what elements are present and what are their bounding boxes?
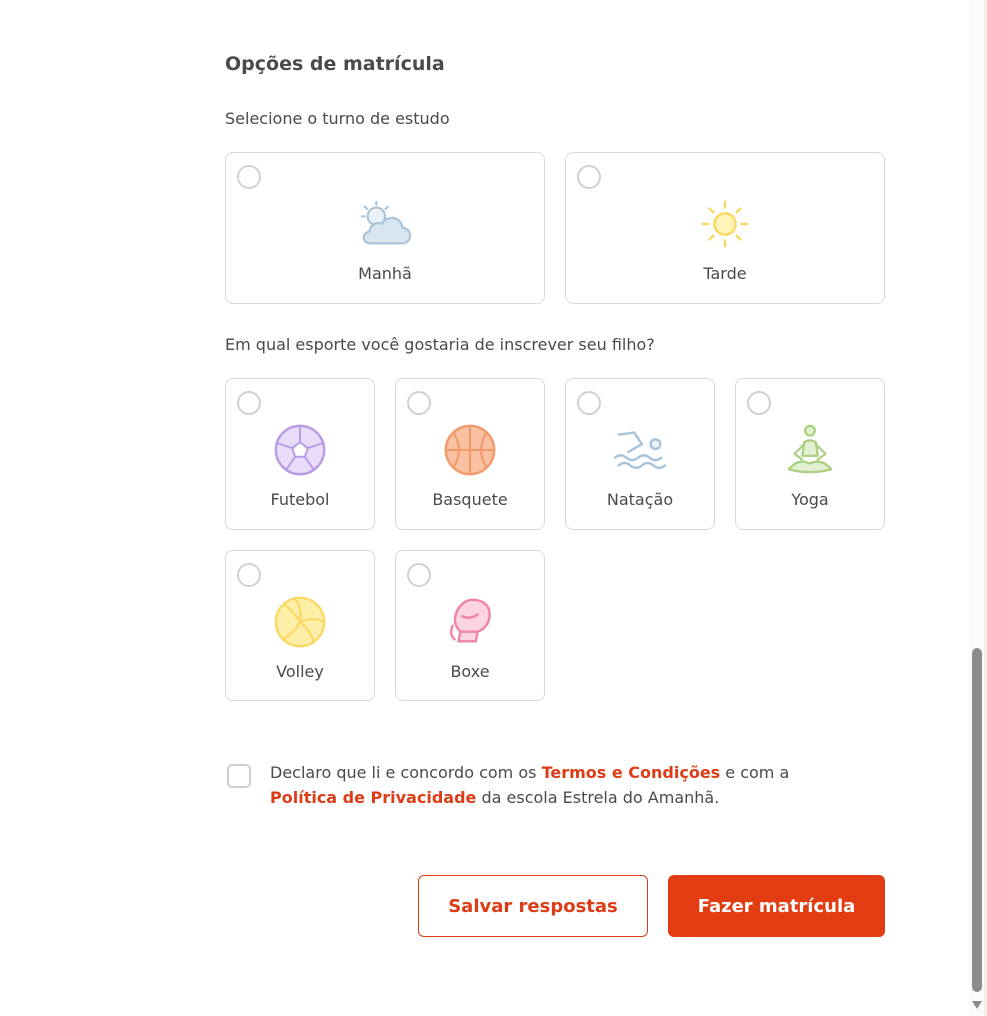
radio-button[interactable] [407, 563, 431, 587]
shift-label: Tarde [703, 264, 747, 283]
yoga-icon [787, 424, 833, 474]
sun-icon [701, 200, 749, 248]
shift-option-afternoon[interactable]: Tarde [565, 152, 885, 304]
sport-question: Em qual esporte você gostaria de inscrev… [225, 335, 655, 354]
terms-text: Declaro que li e concordo com os Termos … [270, 760, 850, 810]
terms-prefix: Declaro que li e concordo com os [270, 763, 542, 782]
volleyball-icon [274, 596, 326, 648]
radio-button[interactable] [237, 391, 261, 415]
sport-label: Natação [606, 490, 674, 509]
sport-option-boxe[interactable]: Boxe [395, 550, 545, 701]
radio-button[interactable] [237, 165, 261, 189]
terms-checkbox[interactable] [227, 764, 251, 788]
swimmer-icon [613, 431, 667, 470]
scrollbar-thumb[interactable] [972, 648, 982, 992]
terms-suffix: da escola Estrela do Amanhã. [476, 788, 720, 807]
sport-option-yoga[interactable]: Yoga [735, 378, 885, 530]
basketball-icon [444, 424, 496, 476]
scroll-down-arrow-icon[interactable] [972, 1001, 982, 1009]
radio-button[interactable] [577, 391, 601, 415]
sport-option-natacao[interactable]: Natação [565, 378, 715, 530]
sport-label: Yoga [791, 490, 829, 509]
radio-button[interactable] [747, 391, 771, 415]
sport-label: Futebol [270, 490, 330, 509]
radio-button[interactable] [577, 165, 601, 189]
cloud-sun-icon [360, 200, 412, 245]
sport-option-futebol[interactable]: Futebol [225, 378, 375, 530]
section-title: Opções de matrícula [225, 53, 445, 75]
sport-option-basquete[interactable]: Basquete [395, 378, 545, 530]
scrollbar[interactable] [969, 0, 987, 1016]
shift-question: Selecione o turno de estudo [225, 109, 450, 128]
sport-option-volley[interactable]: Volley [225, 550, 375, 701]
sport-label: Boxe [450, 662, 490, 681]
radio-button[interactable] [237, 563, 261, 587]
soccer-ball-icon [274, 424, 326, 476]
privacy-link[interactable]: Política de Privacidade [270, 788, 476, 807]
sport-label: Volley [276, 662, 324, 681]
boxing-glove-icon [449, 598, 491, 643]
terms-link[interactable]: Termos e Condições [542, 763, 721, 782]
shift-label: Manhã [358, 264, 412, 283]
sport-label: Basquete [432, 490, 508, 509]
save-answers-button[interactable]: Salvar respostas [418, 875, 648, 937]
submit-enrollment-button[interactable]: Fazer matrícula [668, 875, 885, 937]
shift-option-morning[interactable]: Manhã [225, 152, 545, 304]
radio-button[interactable] [407, 391, 431, 415]
terms-middle: e com a [720, 763, 790, 782]
